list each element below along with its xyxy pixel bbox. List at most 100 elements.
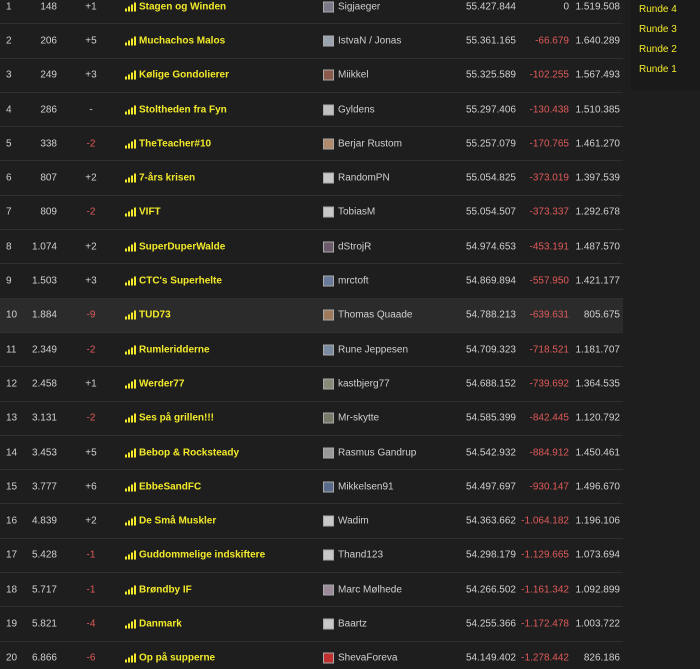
team-name: SuperDuperWalde <box>139 241 226 253</box>
round-value: 1.364.535 <box>575 378 621 390</box>
table-row[interactable]: 12 2.458 +1 Werder77 kastbjerg77 54.688.… <box>0 367 623 402</box>
round-menu-item-3[interactable]: Runde 3 <box>639 24 677 35</box>
user-link[interactable]: Mikkelsen91 <box>323 481 394 493</box>
table-row[interactable]: 18 5.717 -1 Brøndby IF Marc Mølhede 54.2… <box>0 573 623 608</box>
rank-change: -1 <box>86 584 96 596</box>
user-link[interactable]: mrctoft <box>323 275 369 287</box>
team-link[interactable]: CTC's Superhelte <box>125 276 222 287</box>
team-link[interactable]: Danmark <box>125 618 182 629</box>
team-link[interactable]: Bebop & Rocksteady <box>125 447 239 458</box>
team-link[interactable]: Kølige Gondolierer <box>125 70 229 81</box>
user-link[interactable]: Berjar Rustom <box>323 138 402 150</box>
user-name: IstvaN / Jonas <box>338 35 402 47</box>
team-name: Ses på grillen!!! <box>139 412 215 424</box>
team-link[interactable]: Op på supperne <box>125 653 215 664</box>
table-row[interactable]: 8 1.074 +2 SuperDuperWalde dStrojR 54.97… <box>0 230 623 265</box>
rank-change: +6 <box>85 481 97 493</box>
overall-rank: 3.777 <box>31 481 57 493</box>
user-link[interactable]: Marc Mølhede <box>323 584 402 596</box>
avatar <box>323 515 334 527</box>
table-row[interactable]: 13 3.131 -2 Ses på grillen!!! Mr-skytte … <box>0 402 623 436</box>
team-name: Danmark <box>139 618 182 630</box>
table-row[interactable]: 3 249 +3 Kølige Gondolierer Miikkel 55.3… <box>0 59 623 93</box>
user-link[interactable]: Gyldens <box>323 104 375 116</box>
user-link[interactable]: Thand123 <box>323 549 383 561</box>
round-menu-item-4[interactable]: Runde 4 <box>639 4 677 15</box>
table-row[interactable]: 2 206 +5 Muchachos Malos IstvaN / Jonas … <box>0 24 623 59</box>
table-row[interactable]: 4 286 - Stoltheden fra Fyn Gyldens 55.29… <box>0 93 623 128</box>
team-link[interactable]: De Små Muskler <box>125 516 216 527</box>
user-name: Miikkel <box>338 69 369 81</box>
round-menu-item-1[interactable]: Runde 1 <box>639 64 677 75</box>
total-value: 55.325.589 <box>465 69 516 81</box>
rank-change: -4 <box>86 618 96 630</box>
overall-rank: 807 <box>40 172 57 184</box>
total-value: 54.497.697 <box>465 481 516 493</box>
table-row[interactable]: 5 338 -2 TheTeacher#10 Berjar Rustom 55.… <box>0 127 623 162</box>
rank-change: -6 <box>86 652 96 664</box>
round-menu-item-2[interactable]: Runde 2 <box>639 44 677 55</box>
team-link[interactable]: Werder77 <box>125 378 184 389</box>
value-difference: -373.019 <box>529 172 569 184</box>
team-link[interactable]: SuperDuperWalde <box>125 241 225 252</box>
value-difference: -1.161.342 <box>521 584 569 596</box>
rank-change: - <box>89 104 93 116</box>
table-row[interactable]: 7 809 -2 VIFT TobiasM 55.054.507 -373.33… <box>0 196 623 231</box>
table-row[interactable]: 19 5.821 -4 Danmark Baartz 54.255.366 -1… <box>0 607 623 642</box>
table-row[interactable]: 6 807 +2 7-års krisen RandomPN 55.054.82… <box>0 161 623 196</box>
user-link[interactable]: Baartz <box>323 618 367 630</box>
team-link[interactable]: Guddommelige indskiftere <box>125 550 265 561</box>
team-link[interactable]: Rumleridderne <box>125 344 210 355</box>
user-link[interactable]: ShevaForeva <box>323 652 397 664</box>
team-name: Brøndby IF <box>139 584 192 596</box>
overall-rank: 5.717 <box>31 584 57 596</box>
rank-change: -1 <box>86 549 96 561</box>
total-value: 55.361.165 <box>465 35 516 47</box>
user-link[interactable]: Rasmus Gandrup <box>323 447 416 458</box>
user-link[interactable]: IstvaN / Jonas <box>323 35 402 47</box>
round-value: 1.003.722 <box>575 618 621 630</box>
user-link[interactable]: Rune Jeppesen <box>323 344 408 356</box>
value-difference: -102.255 <box>529 69 569 81</box>
user-link[interactable]: Wadim <box>323 515 369 527</box>
team-link[interactable]: Stagen og Winden <box>125 1 226 12</box>
user-link[interactable]: dStrojR <box>323 241 371 253</box>
team-link[interactable]: VIFT <box>125 207 161 218</box>
team-link[interactable]: TUD73 <box>125 310 171 321</box>
team-link[interactable]: TheTeacher#10 <box>125 138 211 149</box>
table-row[interactable]: 17 5.428 -1 Guddommelige indskiftere Tha… <box>0 539 623 574</box>
table-row[interactable]: 10 1.884 -9 TUD73 Thomas Quaade 54.788.2… <box>0 298 623 333</box>
team-link[interactable]: 7-års krisen <box>125 173 195 184</box>
user-link[interactable]: RandomPN <box>323 172 390 184</box>
table-row[interactable]: 9 1.503 +3 CTC's Superhelte mrctoft 54.8… <box>0 264 623 299</box>
user-link[interactable]: Thomas Quaade <box>323 309 413 321</box>
team-link[interactable]: Muchachos Malos <box>125 35 225 46</box>
avatar <box>323 412 334 424</box>
table-row[interactable]: 16 4.839 +2 De Små Muskler Wadim 54.363.… <box>0 504 623 539</box>
team-link[interactable]: Stoltheden fra Fyn <box>125 104 227 115</box>
rank-change: +1 <box>85 1 97 13</box>
round-value: 1.292.678 <box>575 206 621 218</box>
team-link[interactable]: Ses på grillen!!! <box>125 413 214 424</box>
user-link[interactable]: Sigjaeger <box>323 1 380 13</box>
avatar <box>323 344 334 356</box>
table-row[interactable]: 20 6.866 -6 Op på supperne ShevaForeva 5… <box>0 642 623 669</box>
table-row[interactable]: 1 148 +1 Stagen og Winden Sigjaeger 55.4… <box>0 0 623 25</box>
value-difference: -1.064.182 <box>521 515 569 527</box>
table-row[interactable]: 14 3.453 +5 Bebop & Rocksteady Rasmus Ga… <box>0 436 623 471</box>
table-row[interactable]: 11 2.349 -2 Rumleridderne Rune Jeppesen … <box>0 333 623 368</box>
user-link[interactable]: kastbjerg77 <box>323 378 390 390</box>
avatar <box>323 309 334 321</box>
avatar <box>323 652 334 664</box>
team-link[interactable]: Brøndby IF <box>125 584 192 595</box>
user-link[interactable]: Mr-skytte <box>323 412 379 424</box>
table-row[interactable]: 15 3.777 +6 EbbeSandFC Mikkelsen91 54.49… <box>0 470 623 505</box>
total-value: 54.709.323 <box>465 344 516 356</box>
team-name: EbbeSandFC <box>139 481 202 493</box>
user-link[interactable]: Miikkel <box>323 69 369 81</box>
team-link[interactable]: EbbeSandFC <box>125 481 201 492</box>
total-value: 54.363.662 <box>465 515 516 527</box>
team-name: TheTeacher#10 <box>139 138 212 150</box>
avatar <box>323 35 334 47</box>
user-link[interactable]: TobiasM <box>323 206 375 218</box>
